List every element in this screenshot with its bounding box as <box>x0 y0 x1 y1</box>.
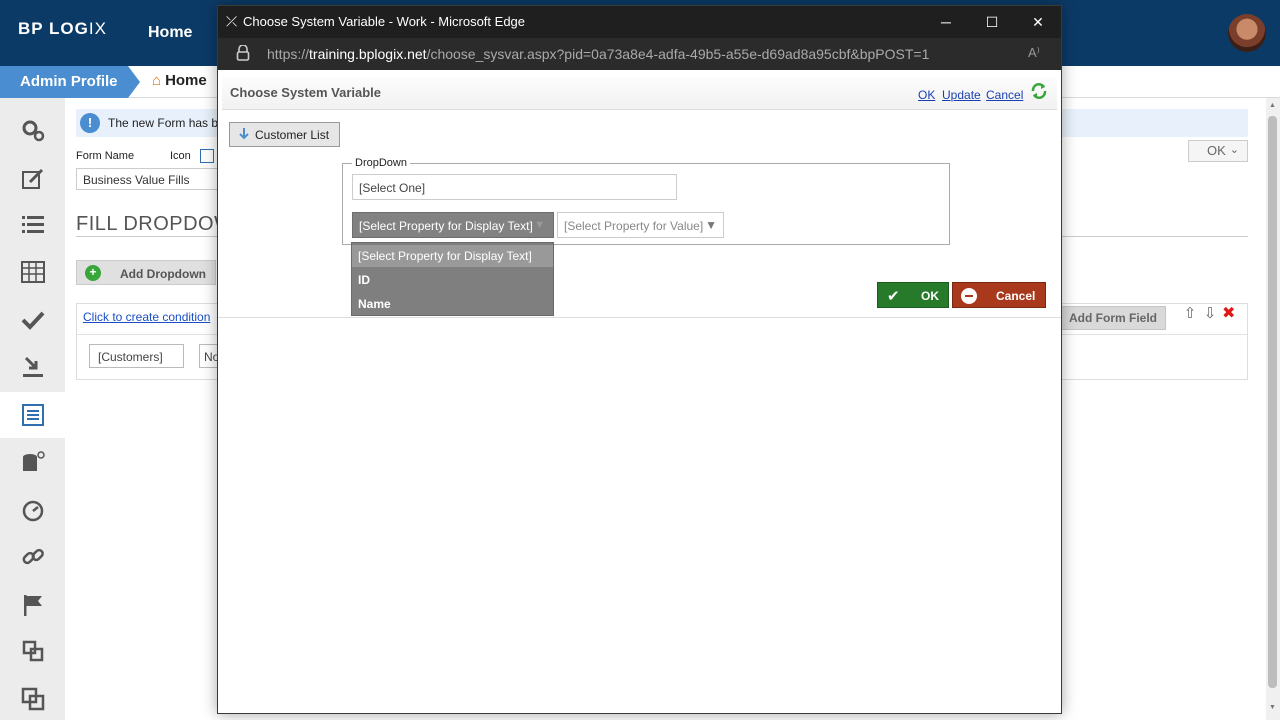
form-name-label: Form Name <box>76 150 135 162</box>
flag-icon <box>23 595 42 616</box>
list-icon <box>21 216 44 233</box>
notice-text: The new Form has b <box>108 116 219 130</box>
add-form-field-button[interactable]: Add Form Field <box>1060 306 1166 330</box>
bplogix-logo[interactable]: BP LOGIX <box>18 19 107 39</box>
sidebar-item-table[interactable] <box>0 249 65 295</box>
scroll-down-icon[interactable]: ▼ <box>1269 704 1276 711</box>
link-icon <box>22 548 44 565</box>
check-icon <box>21 311 44 330</box>
icon-label: Icon <box>170 150 191 162</box>
edge-logo-icon: ⤫ <box>226 13 238 29</box>
display-text-options: [Select Property for Display Text] ID Na… <box>351 242 554 316</box>
form-icon-picker[interactable] <box>200 149 214 163</box>
maximize-icon[interactable]: ☐ <box>981 11 1003 33</box>
ok-dropdown[interactable]: OK ⌄ <box>1188 140 1248 162</box>
divider <box>218 317 1061 318</box>
breadcrumb-home[interactable]: ⌂ Home <box>152 72 207 89</box>
select-one-field[interactable]: [Select One] <box>352 174 677 200</box>
page-scrollbar[interactable]: ▲ ▼ <box>1266 98 1280 720</box>
sidebar-item-download[interactable] <box>0 344 65 390</box>
minimize-icon[interactable]: ─ <box>935 11 957 33</box>
scroll-up-icon[interactable]: ▲ <box>1269 102 1276 109</box>
dropdown-option[interactable]: [Select Property for Display Text] <box>352 245 553 267</box>
sidebar-item-edit[interactable] <box>0 156 65 202</box>
table-icon <box>20 261 45 283</box>
sidebar-item-database[interactable] <box>0 440 65 486</box>
ok-button[interactable]: ✔ OK <box>877 282 949 308</box>
layers-icon <box>21 687 44 711</box>
sidebar-item-layers[interactable] <box>0 676 65 720</box>
plus-icon: + <box>85 265 101 281</box>
timer-icon <box>22 500 43 522</box>
top-nav-home[interactable]: Home <box>148 24 192 42</box>
copy-icon <box>22 640 43 662</box>
sidebar-item-tasks[interactable] <box>0 297 65 343</box>
url-text[interactable]: https://training.bplogix.net/choose_sysv… <box>267 46 929 62</box>
move-down-icon[interactable]: ⇩ <box>1202 304 1218 322</box>
value-select[interactable]: [Select Property for Value] ▼ <box>557 212 724 238</box>
dropdown-fieldset: DropDown [Select One] [Select Property f… <box>342 157 950 245</box>
cancel-link[interactable]: Cancel <box>986 88 1023 102</box>
refresh-icon[interactable] <box>1030 82 1048 100</box>
caret-down-icon: ▼ <box>705 218 717 232</box>
scrollbar-thumb[interactable] <box>1268 116 1277 688</box>
edit-icon <box>21 168 43 189</box>
dropdown-option[interactable]: ID <box>352 269 553 291</box>
window-title: Choose System Variable - Work - Microsof… <box>243 14 526 29</box>
window-titlebar: ⤫ Choose System Variable - Work - Micros… <box>218 6 1061 38</box>
popup-window: ⤫ Choose System Variable - Work - Micros… <box>217 5 1062 714</box>
display-text-select[interactable]: [Select Property for Display Text] ▼ <box>352 212 554 238</box>
dialog-title: Choose System Variable <box>230 85 382 100</box>
user-avatar[interactable] <box>1228 14 1266 52</box>
ok-link[interactable]: OK <box>918 88 935 102</box>
breadcrumb-admin-profile[interactable]: Admin Profile <box>0 66 140 98</box>
create-condition-link[interactable]: Click to create condition <box>83 310 210 324</box>
customer-list-button[interactable]: Customer List <box>229 122 340 147</box>
customers-field[interactable]: [Customers] <box>89 344 184 368</box>
gears-icon <box>22 120 44 142</box>
caret-down-icon: ▼ <box>534 219 545 231</box>
sidebar-item-settings[interactable] <box>0 108 65 154</box>
chevron-down-icon: ⌄ <box>1229 144 1239 156</box>
second-field[interactable]: No <box>199 344 219 368</box>
address-bar[interactable]: https://training.bplogix.net/choose_sysv… <box>218 38 1061 70</box>
sidebar-item-forms[interactable] <box>0 392 65 438</box>
database-icon <box>22 451 45 471</box>
sidebar-item-links[interactable] <box>0 534 65 580</box>
sidebar-item-copy[interactable] <box>0 628 65 674</box>
read-aloud-icon[interactable]: A⁾ <box>1028 45 1040 61</box>
move-up-icon[interactable]: ⇧ <box>1182 304 1198 322</box>
sidebar-item-timer[interactable] <box>0 487 65 533</box>
minus-circle-icon <box>961 288 977 304</box>
fieldset-legend: DropDown <box>352 157 410 169</box>
dropdown-option[interactable]: Name <box>352 293 553 315</box>
download-icon <box>22 356 43 377</box>
sidebar-item-list[interactable] <box>0 202 65 248</box>
form-icon <box>21 404 44 426</box>
home-icon: ⌂ <box>152 72 162 89</box>
form-name-input[interactable]: Business Value Fills <box>76 168 221 190</box>
sidebar-item-flag[interactable] <box>0 582 65 628</box>
close-icon[interactable]: ✕ <box>1027 11 1049 33</box>
section-title: FILL DROPDOW <box>76 213 234 235</box>
update-link[interactable]: Update <box>942 88 981 102</box>
check-icon: ✔ <box>887 288 900 305</box>
add-dropdown-button[interactable]: + Add Dropdown <box>76 260 216 285</box>
delete-icon[interactable]: ✖ <box>1222 303 1235 323</box>
cancel-button[interactable]: Cancel <box>952 282 1046 308</box>
lock-icon <box>236 45 250 61</box>
dialog-header: Choose System Variable OK Update Cancel <box>222 77 1057 110</box>
info-icon: ! <box>80 113 100 133</box>
sidebar <box>0 98 65 720</box>
arrow-down-icon <box>239 128 249 140</box>
